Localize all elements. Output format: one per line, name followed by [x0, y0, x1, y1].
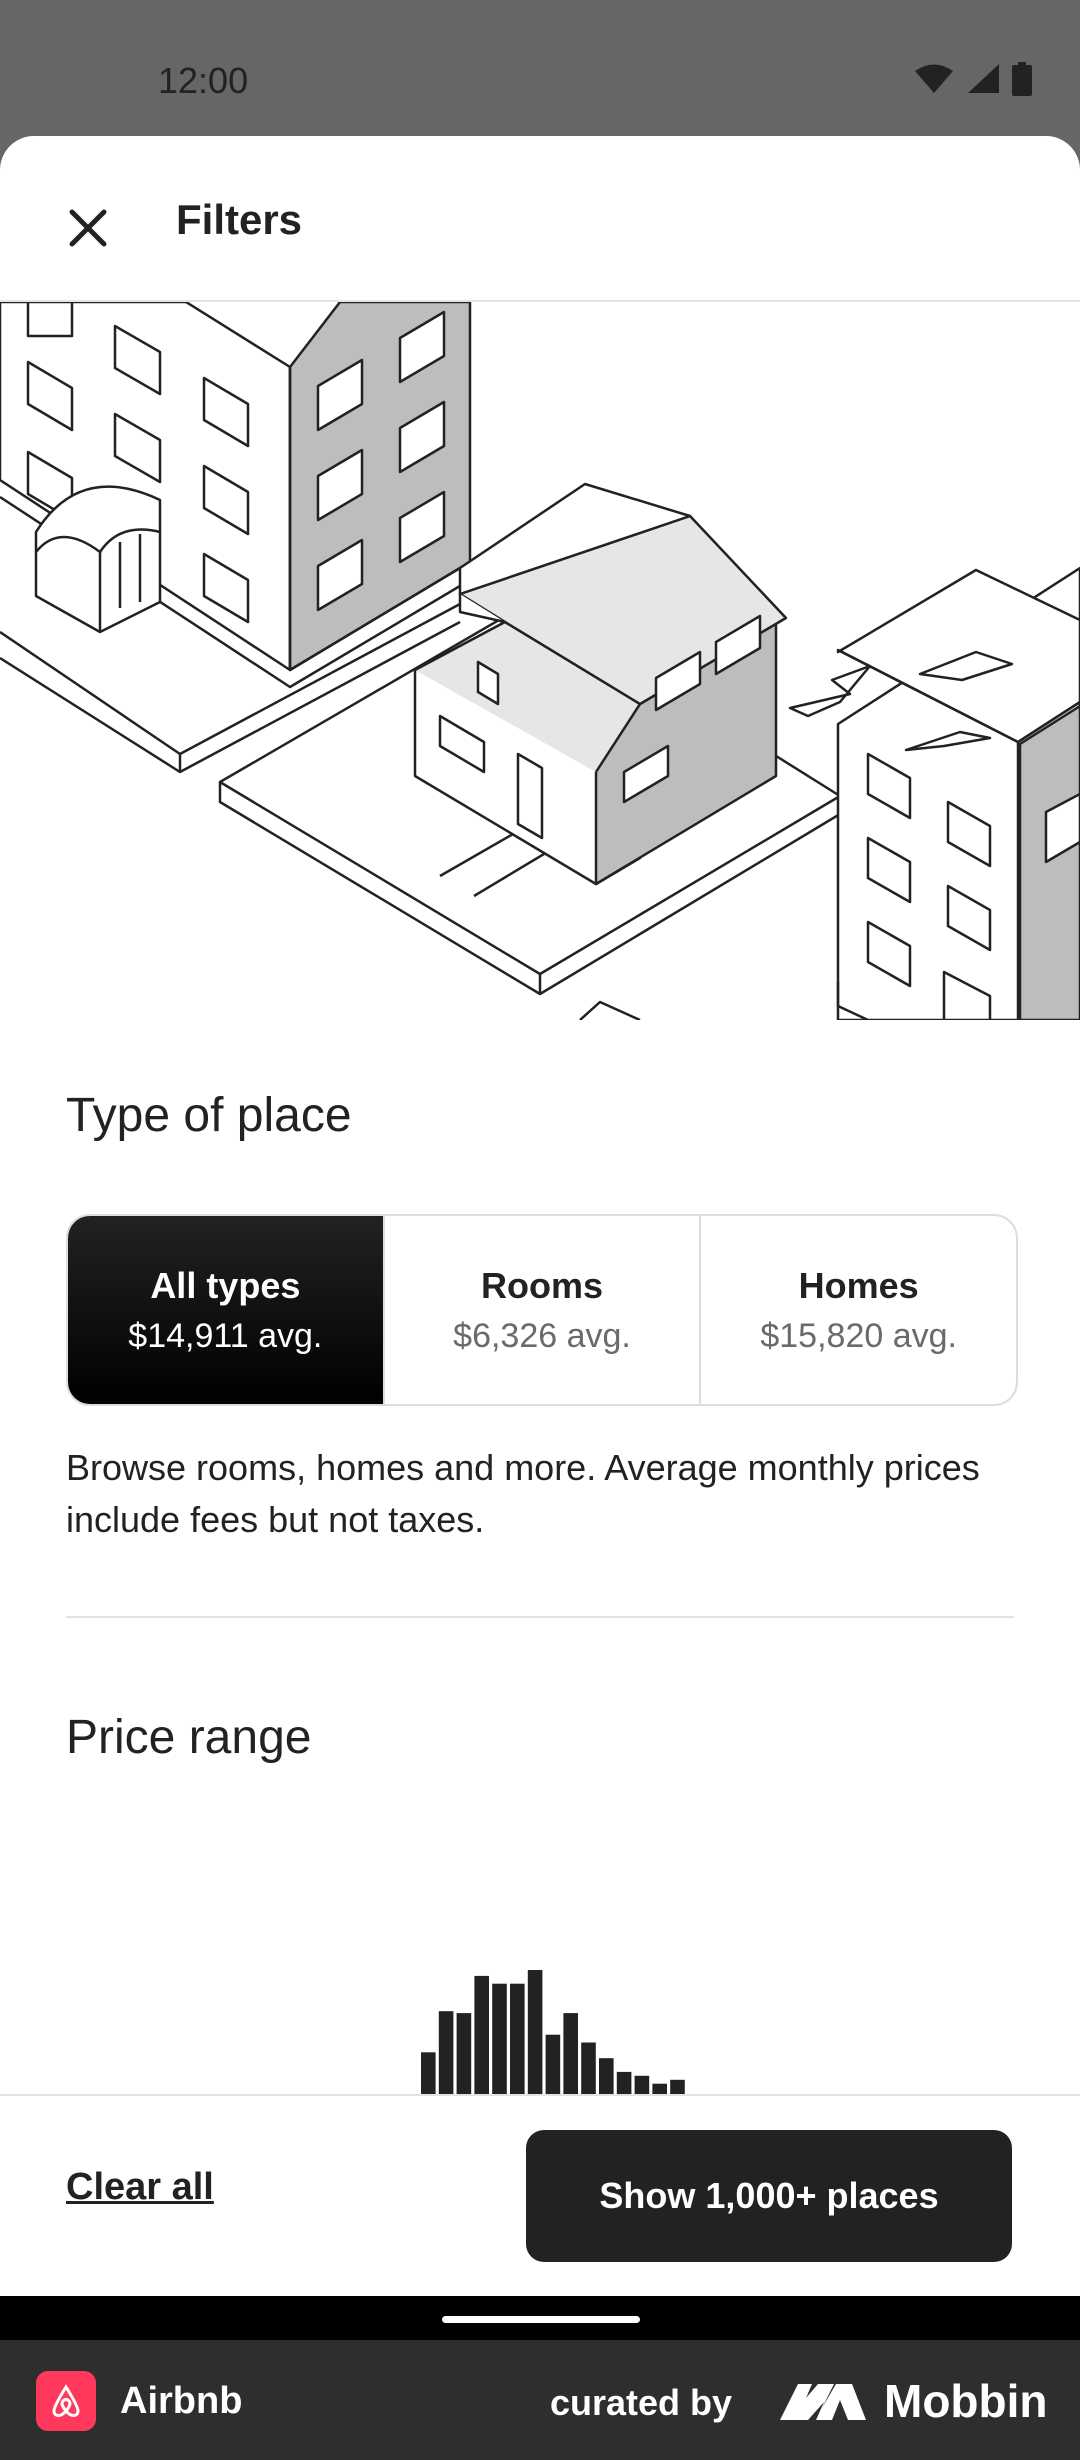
type-of-place-title: Type of place: [66, 1089, 352, 1142]
place-type-all[interactable]: All types $14,911 avg.: [68, 1216, 383, 1404]
mobbin-brand-name: Mobbin: [884, 2375, 1048, 2427]
place-type-homes[interactable]: Homes $15,820 avg.: [699, 1216, 1016, 1404]
place-type-selector: All types $14,911 avg. Rooms $6,326 avg.…: [66, 1214, 1018, 1406]
status-time: 12:00: [158, 60, 249, 101]
brand-bar: Airbnb curated by Mobbin: [0, 2340, 1080, 2460]
neighborhood-illustration: [0, 302, 1080, 1020]
app-name: Airbnb: [120, 2380, 243, 2422]
curated-by-label: curated by: [550, 2382, 733, 2423]
place-type-price: $14,911 avg.: [128, 1316, 323, 1355]
filters-footer: Clear all Show 1,000+ places: [0, 2094, 1080, 2296]
sheet-title: Filters: [176, 196, 303, 243]
section-divider: [66, 1616, 1014, 1618]
place-type-label: Homes: [798, 1264, 919, 1306]
status-icons: [914, 62, 1032, 96]
place-type-label: All types: [150, 1264, 301, 1306]
battery-icon: [1012, 62, 1032, 96]
home-indicator[interactable]: [442, 2316, 640, 2323]
close-button[interactable]: [46, 186, 130, 270]
signal-icon: [968, 64, 999, 93]
mobbin-logo-icon: [780, 2384, 866, 2420]
close-icon: [69, 209, 107, 247]
filters-sheet: Filters Type of place All types $14,911 …: [0, 136, 1080, 2296]
system-nav-bar: [0, 2296, 1080, 2340]
type-of-place-description: Browse rooms, homes and more. Average mo…: [66, 1447, 980, 1540]
place-type-rooms[interactable]: Rooms $6,326 avg.: [382, 1216, 700, 1404]
sheet-header: Filters: [0, 136, 1080, 302]
place-type-price: $6,326 avg.: [453, 1316, 631, 1355]
price-range-title: Price range: [66, 1711, 312, 1764]
place-type-label: Rooms: [481, 1264, 604, 1306]
wifi-icon: [915, 64, 953, 93]
airbnb-logo-icon: [36, 2371, 96, 2431]
show-places-button[interactable]: Show 1,000+ places: [526, 2130, 1012, 2262]
clear-all-button[interactable]: Clear all: [66, 2166, 214, 2209]
place-type-price: $15,820 avg.: [760, 1316, 957, 1355]
status-bar: 12:00: [0, 0, 1080, 136]
